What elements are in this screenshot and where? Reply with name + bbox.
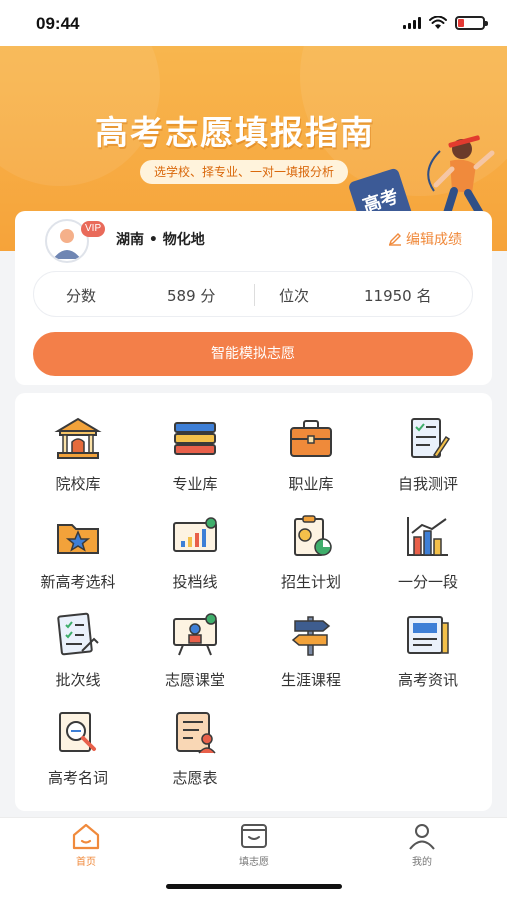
feature-label: 高考名词: [47, 769, 108, 787]
status-time: 09:44: [36, 14, 80, 33]
score-card: VIP 湖南 • 物化地 编辑成绩 分数 589 分 位次 11950 名 智能…: [15, 211, 492, 385]
feature-item[interactable]: 高考资讯: [373, 589, 483, 689]
checklist-icon: [57, 612, 99, 656]
battery-icon: [455, 16, 488, 30]
plan-clipboard-icon: [294, 515, 332, 556]
feature-label: 志愿表: [172, 769, 218, 787]
tab-profile[interactable]: 我的: [362, 822, 482, 872]
rank-value: 11950 名: [364, 287, 432, 305]
bar-chart-board-icon: [173, 517, 217, 552]
wifi-icon: [429, 16, 447, 29]
feature-item[interactable]: 志愿表: [140, 687, 250, 787]
tab-label: 我的: [412, 857, 432, 868]
score-value: 589 分: [167, 287, 216, 305]
banner-title: 高考志愿填报指南: [95, 113, 375, 152]
dictionary-search-icon: [59, 712, 96, 752]
feature-item[interactable]: 批次线: [23, 589, 133, 689]
signpost-icon: [291, 616, 331, 656]
form-user-icon: [176, 712, 216, 754]
score-rank-row[interactable]: 分数 589 分 位次 11950 名: [33, 271, 473, 317]
star-folder-icon: [57, 524, 99, 554]
tab-label: 首页: [76, 857, 96, 868]
feature-item[interactable]: 高考名词: [23, 687, 133, 787]
classroom-board-icon: [173, 613, 217, 656]
home-indicator: [166, 884, 342, 889]
feature-item[interactable]: 专业库: [140, 393, 250, 493]
feature-label: 生涯课程: [280, 671, 341, 689]
rank-label: 位次: [279, 287, 310, 305]
cellular-signal-icon: [403, 17, 421, 29]
score-label: 分数: [66, 287, 97, 305]
vip-badge: VIP: [81, 221, 106, 237]
books-icon: [174, 422, 216, 455]
assessment-icon: [411, 418, 451, 459]
fill-form-icon: [241, 824, 267, 848]
smart-simulate-button[interactable]: 智能模拟志愿: [33, 332, 473, 376]
trend-chart-icon: [407, 517, 448, 556]
feature-item[interactable]: 招生计划: [256, 491, 366, 591]
news-icon: [407, 616, 449, 654]
feature-item[interactable]: 自我测评: [373, 393, 483, 493]
feature-label: 高考资讯: [397, 671, 458, 689]
edit-score-label: 编辑成绩: [406, 232, 462, 248]
feature-item[interactable]: 新高考选科: [23, 491, 133, 591]
feature-item[interactable]: 志愿课堂: [140, 589, 250, 689]
feature-item[interactable]: 投档线: [140, 491, 250, 591]
briefcase-icon: [290, 420, 332, 457]
feature-grid: 院校库 专业库 职业库 自我测评 新高考选科 投档线 招生计划 一分一段 批次线…: [15, 393, 492, 811]
edit-score-button[interactable]: 编辑成绩: [388, 229, 462, 249]
tab-label: 填志愿: [239, 857, 269, 868]
region-subjects: 湖南 • 物化地: [116, 232, 205, 248]
divider: [254, 284, 255, 306]
user-icon: [409, 824, 435, 850]
feature-item[interactable]: 生涯课程: [256, 589, 366, 689]
tab-fill-volunteer[interactable]: 填志愿: [194, 822, 314, 872]
feature-item[interactable]: 一分一段: [373, 491, 483, 591]
status-icons: [403, 16, 488, 30]
tab-home[interactable]: 首页: [26, 822, 146, 872]
feature-item[interactable]: 院校库: [23, 393, 133, 493]
university-icon: [54, 417, 102, 459]
home-icon: [72, 823, 100, 850]
status-bar: 09:44: [0, 0, 507, 46]
edit-pencil-icon: [388, 233, 401, 246]
feature-item[interactable]: 职业库: [256, 393, 366, 493]
banner-subtitle: 选学校、择专业、一对一填报分析: [140, 160, 349, 184]
